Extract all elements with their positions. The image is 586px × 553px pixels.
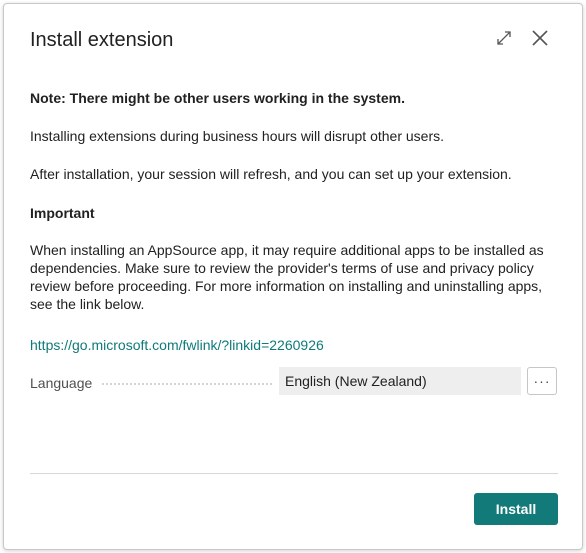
language-lookup-button[interactable]: ··· [527,367,557,395]
dialog-title: Install extension [30,29,174,51]
footer-divider [30,473,558,474]
note-text: Note: There might be other users working… [30,90,405,106]
close-button[interactable] [528,26,552,50]
language-label: Language [30,375,93,391]
important-text: When installing an AppSource app, it may… [30,242,544,312]
refresh-text: After installation, your session will re… [30,166,512,182]
expand-diagonal-icon [497,31,511,45]
info-link[interactable]: https://go.microsoft.com/fwlink/?linkid=… [30,336,560,354]
expand-button[interactable] [492,26,516,50]
language-field[interactable]: English (New Zealand) [279,367,521,395]
disrupt-text: Installing extensions during business ho… [30,128,444,144]
install-extension-dialog: Install extension Note: There might be o… [3,3,583,550]
close-icon [532,30,548,46]
important-heading: Important [30,205,95,221]
language-leader-dots [102,383,272,385]
install-button[interactable]: Install [474,493,558,525]
